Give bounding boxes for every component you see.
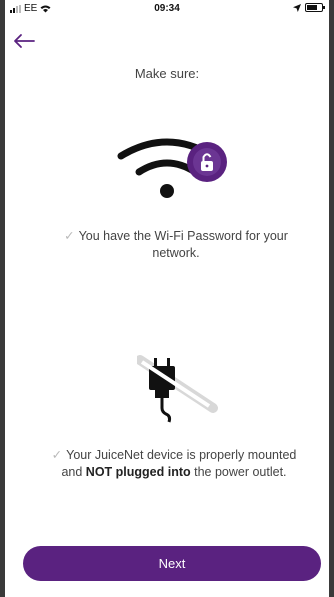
next-button[interactable]: Next — [23, 546, 321, 581]
status-time: 09:34 — [154, 3, 180, 14]
page-heading: Make sure: — [134, 66, 200, 81]
location-arrow-icon — [293, 3, 301, 12]
status-bar: EE 09:34 — [5, 0, 329, 18]
item-text-bold: NOT plugged into — [85, 465, 191, 479]
unplugged-icon — [135, 352, 219, 426]
item-text: You have the Wi-Fi Password for your net… — [78, 229, 288, 260]
screen: EE 09:34 Make sure: ✓ You have the Wi-Fi… — [5, 0, 329, 597]
battery-icon — [305, 3, 325, 12]
next-button-label: Next — [158, 556, 186, 571]
list-item: ✓ You have the Wi-Fi Password for your ne… — [53, 228, 299, 262]
arrow-left-icon — [14, 34, 35, 48]
check-icon: ✓ — [64, 229, 75, 243]
back-button[interactable] — [11, 30, 37, 52]
check-icon: ✓ — [51, 448, 63, 462]
status-right — [293, 3, 325, 12]
wifi-lock-icon — [117, 136, 227, 202]
item-text-after: the power outlet. — [190, 465, 287, 479]
list-item: ✓ Your JuiceNet device is properly mounte… — [45, 447, 303, 481]
